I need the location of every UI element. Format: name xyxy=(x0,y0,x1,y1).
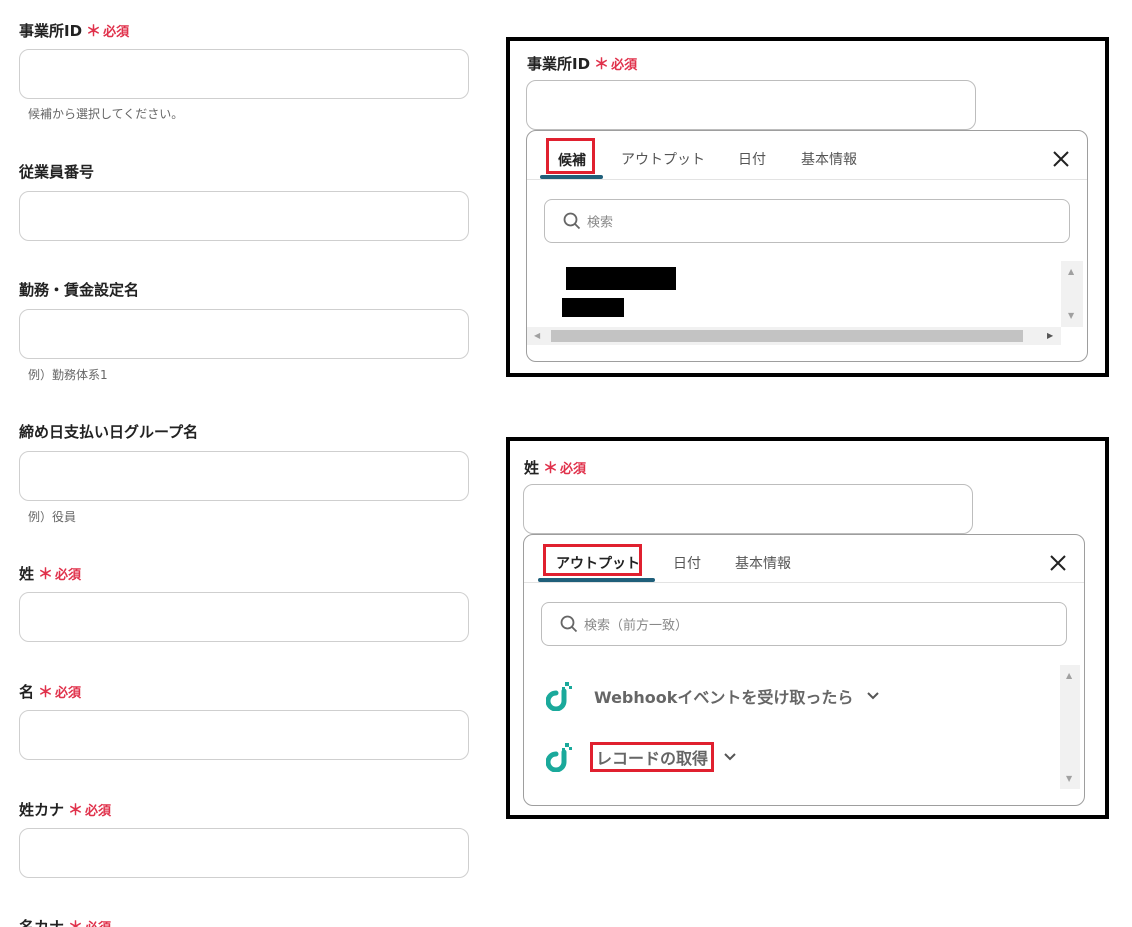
field-closing-group-label: 締め日支払い日グループ名 xyxy=(19,423,199,441)
field-work-wage-setting-label: 勤務・賃金設定名 xyxy=(19,281,140,299)
panel-office-id-input[interactable] xyxy=(526,80,976,130)
first-name-input[interactable] xyxy=(19,710,469,760)
tab-divider xyxy=(527,179,1087,180)
close-icon[interactable] xyxy=(1048,553,1068,573)
work-wage-setting-input[interactable] xyxy=(19,309,469,359)
tab-basic-info[interactable]: 基本情報 xyxy=(801,149,857,169)
tab-date[interactable]: 日付 xyxy=(738,149,766,169)
app-logo-icon xyxy=(546,682,572,711)
last-name-input[interactable] xyxy=(19,592,469,642)
panel-last-name-input[interactable] xyxy=(523,484,973,534)
annotation-panel-office-id: 事業所ID ＊必須 候補 アウトプット 日付 基本情報 検索 ▲ ▼ ◀ ▶ xyxy=(506,37,1109,377)
list-item-get-record[interactable]: レコードの取得 xyxy=(546,742,736,772)
office-id-dropdown: 候補 アウトプット 日付 基本情報 検索 ▲ ▼ ◀ ▶ xyxy=(526,130,1088,362)
app-logo-icon xyxy=(546,743,572,772)
required-badge: ＊必須 xyxy=(543,459,587,477)
output-search-input[interactable]: 検索（前方一致） xyxy=(541,602,1067,646)
search-icon xyxy=(563,212,581,230)
close-icon[interactable] xyxy=(1051,149,1071,169)
vertical-scrollbar[interactable]: ▲ ▼ xyxy=(1061,261,1083,327)
tab-date[interactable]: 日付 xyxy=(673,553,701,573)
chevron-down-icon[interactable] xyxy=(724,753,736,761)
last-name-kana-input[interactable] xyxy=(19,828,469,878)
tab-divider xyxy=(524,582,1084,583)
highlight-box-candidates-tab xyxy=(546,138,595,174)
scroll-right-arrow-icon[interactable]: ▶ xyxy=(1047,332,1053,340)
field-first-name-label: 名＊必須 xyxy=(19,683,82,701)
search-icon xyxy=(560,615,578,633)
scroll-up-arrow-icon[interactable]: ▲ xyxy=(1066,672,1072,680)
work-wage-setting-hint: 例）勤務体系1 xyxy=(28,368,108,382)
search-placeholder: 検索 xyxy=(587,215,614,231)
chevron-down-icon[interactable] xyxy=(867,692,880,700)
required-badge: ＊必須 xyxy=(38,565,82,583)
scroll-down-arrow-icon[interactable]: ▼ xyxy=(1068,312,1074,320)
field-office-id-label: 事業所ID ＊必須 xyxy=(19,22,130,40)
list-item-label: レコードの取得 xyxy=(590,742,715,772)
annotation-panel-last-name: 姓＊必須 アウトプット 日付 基本情報 検索（前方一致） Webhookイベント… xyxy=(506,437,1109,819)
tab-basic-info[interactable]: 基本情報 xyxy=(735,553,791,573)
horizontal-scrollbar[interactable]: ◀ ▶ xyxy=(527,327,1061,345)
office-id-input[interactable] xyxy=(19,49,469,99)
tab-output[interactable]: アウトプット xyxy=(621,149,705,169)
required-badge: ＊必須 xyxy=(38,683,82,701)
office-id-hint: 候補から選択してください。 xyxy=(28,107,184,121)
list-item-webhook-event[interactable]: Webhookイベントを受け取ったら xyxy=(546,681,880,711)
redacted-candidate-line-2 xyxy=(562,298,624,317)
required-badge: ＊必須 xyxy=(86,22,130,40)
required-badge: ＊必須 xyxy=(68,801,112,819)
candidate-search-input[interactable]: 検索 xyxy=(544,199,1070,243)
redacted-candidate-line-1 xyxy=(566,267,676,290)
field-first-name-kana-label: 名カナ＊必須 xyxy=(19,916,111,927)
required-badge: ＊必須 xyxy=(594,55,638,73)
closing-group-hint: 例）役員 xyxy=(28,510,77,524)
scroll-up-arrow-icon[interactable]: ▲ xyxy=(1068,268,1074,276)
field-last-name-kana-label: 姓カナ＊必須 xyxy=(19,801,112,819)
list-item-label: Webhookイベントを受け取ったら xyxy=(594,688,854,707)
vertical-scrollbar[interactable]: ▲ ▼ xyxy=(1060,665,1080,789)
search-placeholder: 検索（前方一致） xyxy=(584,618,689,634)
highlight-box-output-tab xyxy=(543,544,642,576)
field-employee-number-label: 従業員番号 xyxy=(19,163,95,181)
field-last-name-label: 姓＊必須 xyxy=(19,565,82,583)
horizontal-scroll-thumb[interactable] xyxy=(551,330,1023,342)
panel-office-id-label: 事業所ID ＊必須 xyxy=(527,55,638,73)
last-name-dropdown: アウトプット 日付 基本情報 検索（前方一致） Webhookイベントを受け取っ… xyxy=(523,534,1085,806)
closing-group-input[interactable] xyxy=(19,451,469,501)
scroll-left-arrow-icon[interactable]: ◀ xyxy=(534,332,540,340)
employee-number-input[interactable] xyxy=(19,191,469,241)
required-badge: ＊必須 xyxy=(68,918,111,927)
scroll-down-arrow-icon[interactable]: ▼ xyxy=(1066,775,1072,783)
panel-last-name-label: 姓＊必須 xyxy=(524,459,587,477)
